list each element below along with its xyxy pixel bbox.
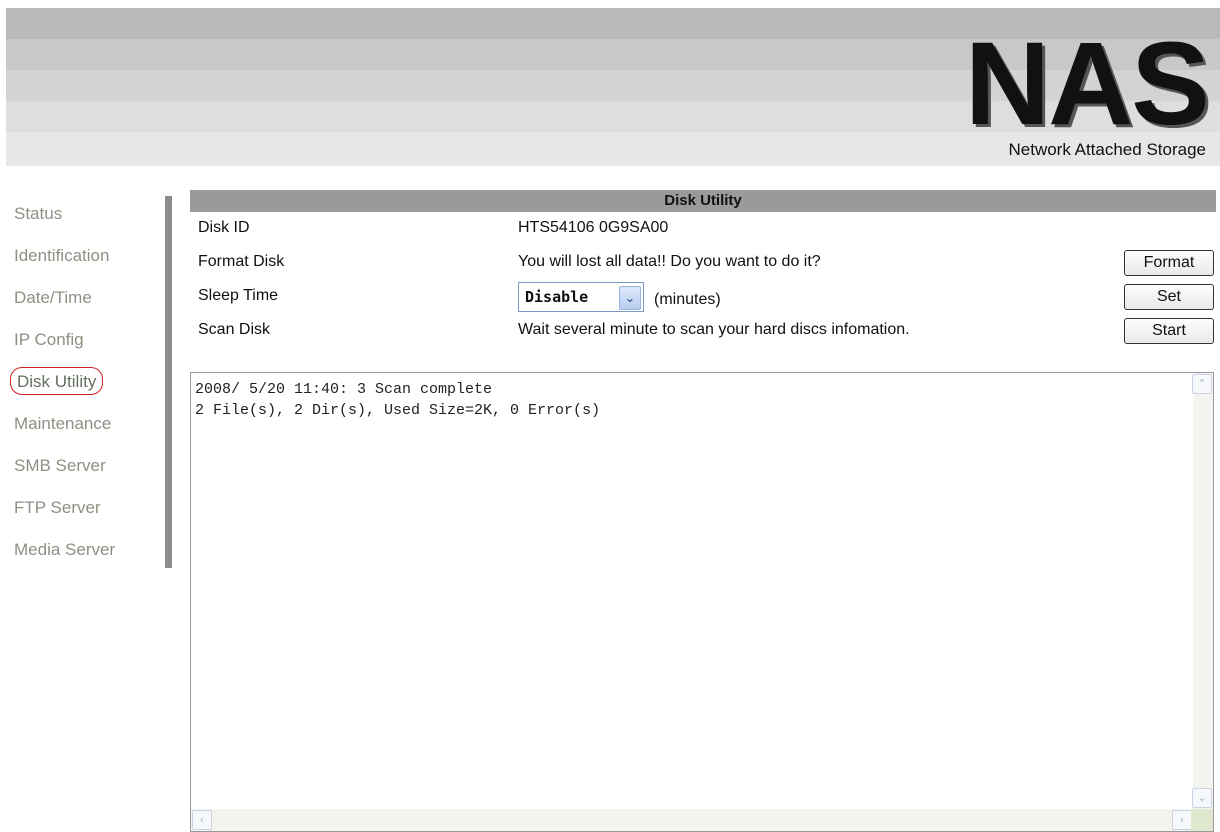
panel-title: Disk Utility	[190, 190, 1216, 212]
sidebar-item-label: Media Server	[14, 540, 116, 559]
sidebar-item-label: Disk Utility	[10, 367, 104, 395]
sidebar-item-status[interactable]: Status	[14, 196, 164, 238]
sleep-time-selected: Disable	[525, 288, 589, 306]
horizontal-scrollbar[interactable]: ‹ ›	[191, 809, 1193, 831]
brand-subtitle: Network Attached Storage	[1008, 140, 1206, 159]
sidebar-item-smb-server[interactable]: SMB Server	[14, 448, 164, 490]
chevron-down-icon[interactable]: ⌄	[619, 286, 641, 310]
sidebar-item-label: Maintenance	[14, 414, 112, 433]
scroll-up-icon[interactable]: ⌃	[1192, 374, 1212, 394]
format-disk-row: Format Disk You will lost all data!! Do …	[190, 246, 1216, 280]
scan-log-textarea[interactable]: 2008/ 5/20 11:40: 3 Scan complete 2 File(…	[190, 372, 1214, 832]
scan-disk-label: Scan Disk	[198, 321, 271, 338]
format-button[interactable]: Format	[1124, 250, 1214, 276]
disk-id-label: Disk ID	[198, 219, 250, 236]
disk-id-row: Disk ID HTS54106 0G9SA00	[190, 212, 1216, 246]
format-disk-label: Format Disk	[198, 253, 285, 270]
sleep-time-label: Sleep Time	[198, 287, 279, 304]
scroll-left-icon[interactable]: ‹	[192, 810, 212, 830]
set-button[interactable]: Set	[1124, 284, 1214, 310]
sidebar-item-ip-config[interactable]: IP Config	[14, 322, 164, 364]
sidebar-divider	[165, 196, 172, 568]
disk-utility-panel: Disk Utility Disk ID HTS54106 0G9SA00 Fo…	[190, 190, 1216, 832]
sidebar-item-media-server[interactable]: Media Server	[14, 532, 164, 574]
disk-id-value: HTS54106 0G9SA00	[518, 219, 669, 236]
sidebar-item-label: FTP Server	[14, 498, 101, 517]
log-line: 2 File(s), 2 Dir(s), Used Size=2K, 0 Err…	[195, 402, 601, 419]
scroll-right-icon[interactable]: ›	[1172, 810, 1192, 830]
sidebar-item-maintenance[interactable]: Maintenance	[14, 406, 164, 448]
scan-disk-row: Scan Disk Wait several minute to scan yo…	[190, 314, 1216, 348]
sleep-time-row: Sleep Time Disable ⌄ (minutes) Set	[190, 280, 1216, 314]
scan-info-text: Wait several minute to scan your hard di…	[518, 321, 910, 338]
log-line: 2008/ 5/20 11:40: 3 Scan complete	[195, 381, 493, 398]
sidebar-item-label: IP Config	[14, 330, 84, 349]
vertical-scrollbar[interactable]: ⌃ ⌄	[1192, 373, 1213, 809]
header-banner: NAS Network Attached Storage	[0, 0, 1220, 168]
format-warning-text: You will lost all data!! Do you want to …	[518, 253, 821, 270]
sidebar-item-label: Date/Time	[14, 288, 92, 307]
sidebar-item-label: Status	[14, 204, 63, 223]
sleep-time-units: (minutes)	[654, 291, 721, 308]
scrollbar-corner	[1191, 809, 1213, 831]
sidebar-item-disk-utility[interactable]: Disk Utility	[10, 364, 164, 406]
sleep-time-select[interactable]: Disable ⌄	[518, 282, 644, 312]
sidebar-nav: Status Identification Date/Time IP Confi…	[10, 196, 164, 574]
brand-logo: NAS	[964, 18, 1210, 150]
start-button[interactable]: Start	[1124, 318, 1214, 344]
sidebar-item-label: SMB Server	[14, 456, 106, 475]
scan-log-content: 2008/ 5/20 11:40: 3 Scan complete 2 File(…	[195, 379, 600, 421]
sidebar-item-label: Identification	[14, 246, 110, 265]
scroll-down-icon[interactable]: ⌄	[1192, 788, 1212, 808]
sidebar-item-ftp-server[interactable]: FTP Server	[14, 490, 164, 532]
sidebar-item-date-time[interactable]: Date/Time	[14, 280, 164, 322]
sidebar-item-identification[interactable]: Identification	[14, 238, 164, 280]
